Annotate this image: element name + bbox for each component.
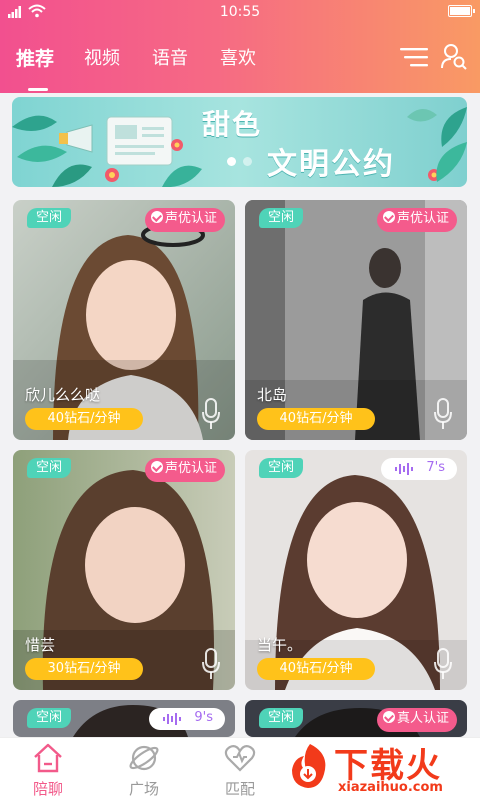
status-badge: 空闲 — [27, 458, 72, 478]
battery-icon — [448, 5, 475, 17]
banner-dot — [243, 157, 252, 166]
status-badge: 空闲 — [259, 458, 304, 478]
status-badge: 空闲 — [27, 708, 72, 728]
download-fire-icon — [292, 744, 326, 788]
cert-badge-label: 声优认证 — [164, 211, 217, 226]
banner-dot-active — [227, 157, 236, 166]
microphone-icon[interactable] — [433, 398, 453, 430]
nav-label: 陪聊 — [32, 780, 63, 798]
user-card[interactable]: 空闲 7's 当午。 40钻石/分钟 — [245, 450, 467, 690]
status-time: 10:55 — [219, 4, 261, 20]
sound-wave-icon — [163, 713, 181, 725]
nav-chat[interactable]: 陪聊 — [0, 738, 96, 800]
check-icon — [382, 211, 395, 223]
tab-video[interactable]: 视频 — [84, 44, 120, 70]
status-badge: 空闲 — [27, 208, 72, 228]
tab-recommend[interactable]: 推荐 — [16, 44, 54, 71]
user-card[interactable]: 空闲 声优认证 欣儿么么哒 40钻石/分钟 — [13, 200, 235, 440]
watermark-logo: 下载火 xiazaihuo.com — [284, 738, 480, 800]
price-badge: 40钻石/分钟 — [25, 408, 143, 430]
watermark-url: xiazaihuo.com — [338, 780, 443, 795]
cert-badge: 真人认证 — [376, 708, 457, 732]
nav-label: 广场 — [128, 780, 159, 798]
home-icon — [34, 743, 62, 773]
user-name: 北岛 — [257, 386, 288, 404]
sound-wave-icon — [395, 463, 413, 475]
user-card[interactable]: 空闲 9's — [13, 700, 235, 737]
voice-duration-badge[interactable]: 9's — [149, 708, 225, 730]
price-badge: 40钻石/分钟 — [257, 658, 375, 680]
check-icon — [150, 211, 163, 223]
status-badge: 空闲 — [259, 208, 304, 228]
cert-badge: 声优认证 — [144, 208, 225, 232]
cert-badge: 声优认证 — [376, 208, 457, 232]
voice-duration: 9's — [194, 710, 213, 725]
user-card[interactable]: 空闲 声优认证 惜芸 30钻石/分钟 — [13, 450, 235, 690]
user-name: 惜芸 — [25, 636, 56, 654]
top-header: 10:55 推荐 视频 语音 喜欢 — [0, 0, 480, 93]
microphone-icon[interactable] — [201, 398, 221, 430]
cert-badge-label: 声优认证 — [396, 211, 449, 226]
user-name: 欣儿么么哒 — [25, 386, 101, 404]
cert-badge-label: 声优认证 — [164, 461, 217, 476]
price-badge: 30钻石/分钟 — [25, 658, 143, 680]
cert-badge: 声优认证 — [144, 458, 225, 482]
nav-label: 匹配 — [224, 780, 255, 798]
tab-favorites[interactable]: 喜欢 — [220, 44, 256, 70]
active-tab-indicator — [28, 88, 48, 91]
user-card[interactable]: 空闲 声优认证 北岛 40钻石/分钟 — [245, 200, 467, 440]
menu-icon[interactable] — [400, 46, 428, 68]
nav-square[interactable]: 广场 — [96, 738, 192, 800]
banner-subtitle: 甜色 — [202, 108, 263, 141]
civility-banner[interactable]: 甜色 文明公约 — [12, 97, 467, 187]
check-icon — [150, 461, 163, 473]
voice-duration-badge[interactable]: 7's — [381, 458, 457, 480]
nav-match[interactable]: 匹配 — [192, 738, 288, 800]
user-name: 当午。 — [257, 636, 303, 654]
user-search-icon[interactable] — [440, 42, 468, 70]
status-bar: 10:55 — [0, 0, 480, 24]
cert-badge-label: 真人认证 — [396, 711, 449, 726]
tab-voice[interactable]: 语音 — [152, 44, 188, 70]
heart-icon — [224, 745, 256, 772]
banner-title: 文明公约 — [267, 147, 395, 182]
check-icon — [382, 711, 395, 723]
price-badge: 40钻石/分钟 — [257, 408, 375, 430]
planet-icon — [129, 745, 159, 771]
microphone-icon[interactable] — [201, 648, 221, 680]
user-card[interactable]: 空闲 真人认证 — [245, 700, 467, 737]
status-badge: 空闲 — [259, 708, 304, 728]
voice-duration: 7's — [426, 460, 445, 475]
microphone-icon[interactable] — [433, 648, 453, 680]
